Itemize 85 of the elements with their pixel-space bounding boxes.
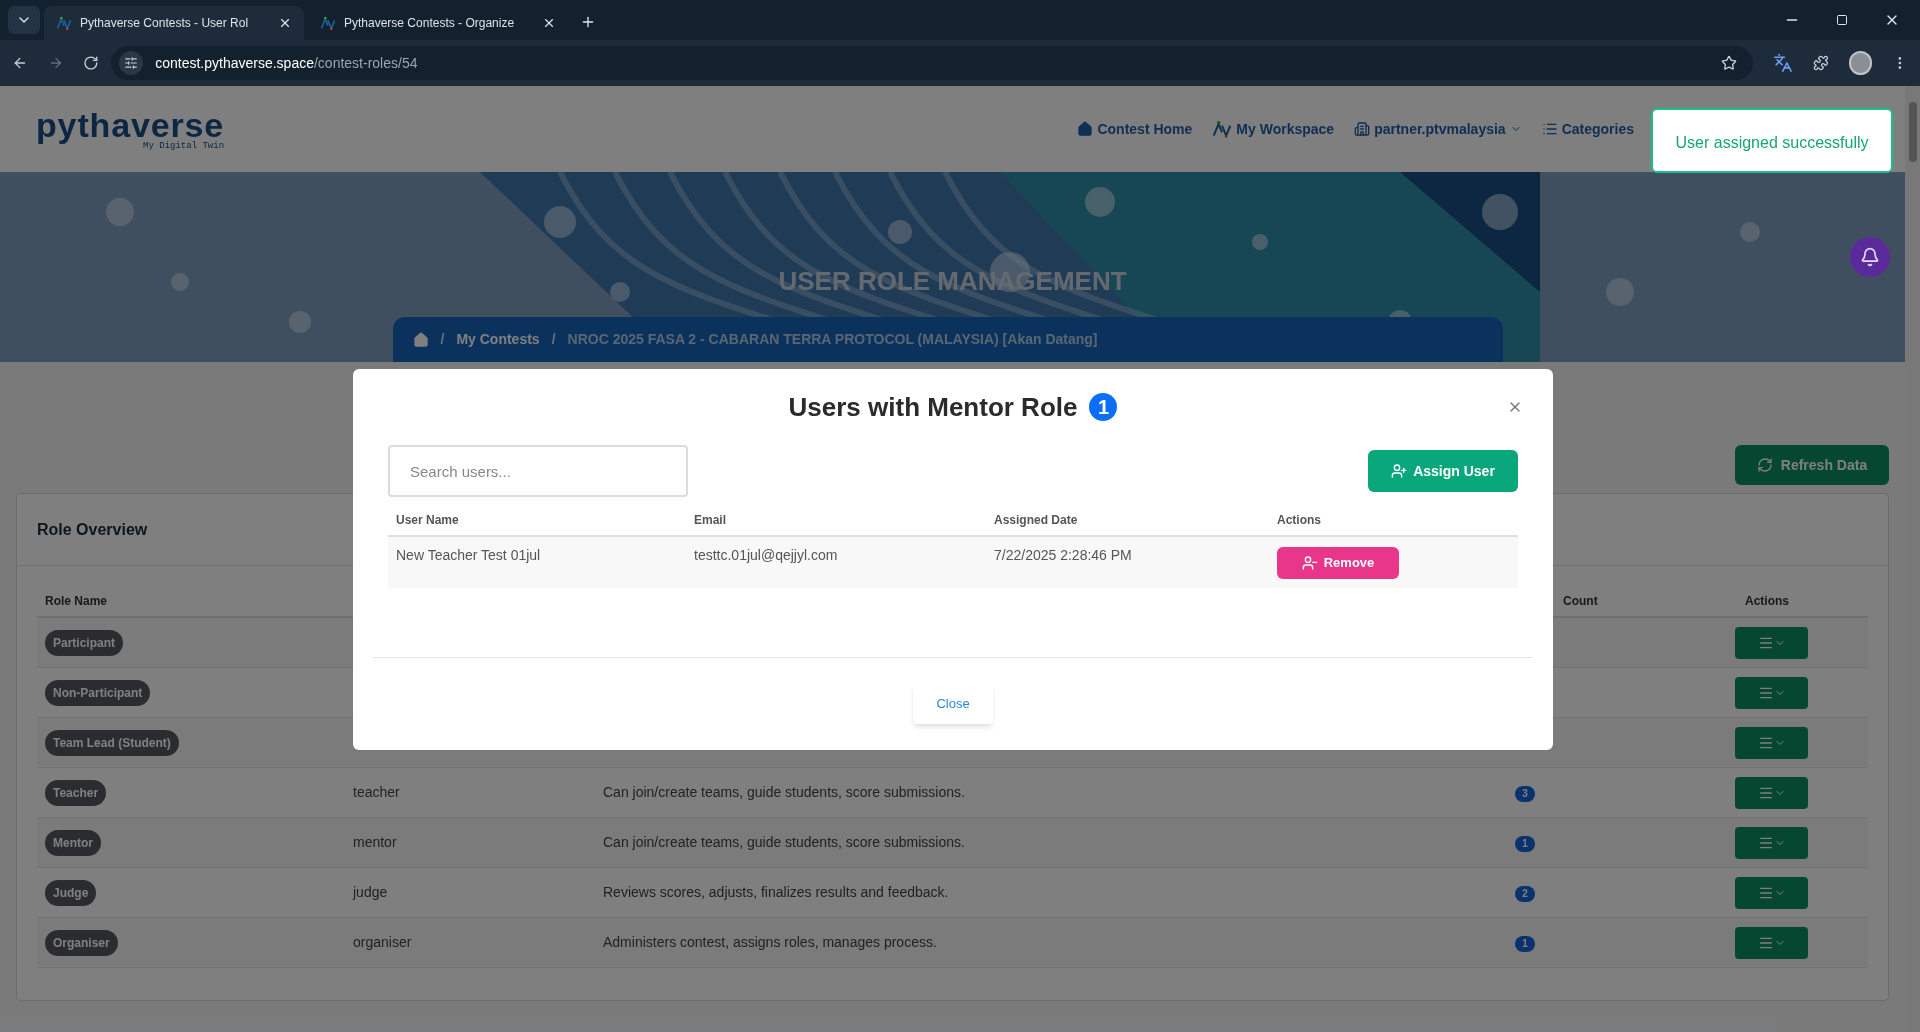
nav-link[interactable]: Contest Home [1077,118,1193,140]
role-description: Can join/create teams, guide students, score submissions. [603,834,965,850]
role-badge: Team Lead (Student) [45,729,179,756]
date-cell-text: 7/22/2025 2:28:46 PM [994,546,1132,565]
actions-dropdown-button[interactable] [1735,926,1808,959]
close-icon[interactable] [278,16,292,30]
bookmark-star-icon[interactable] [1721,55,1738,71]
site-icon [56,15,72,31]
breadcrumb-item: NROC 2025 FASA 2 - CABARAN TERRA PROTOCOL (MALAYSIA) [Akan Datang] [567,330,1098,349]
column-header: Assigned Date [994,512,1078,529]
toast-notification: User assigned successfully [1651,108,1893,173]
home-icon[interactable] [412,331,429,348]
actions-dropdown-button[interactable] [1735,676,1808,709]
actions-dropdown-button[interactable] [1735,776,1808,809]
new-tab-icon[interactable] [580,14,596,30]
nav-link[interactable]: partner.ptvmalaysia [1354,118,1522,140]
role-key: mentor [353,834,397,850]
tab-title: Pythaverse Contests - Organize [344,15,516,32]
banner-title: USER ROLE MANAGEMENT [778,265,1127,298]
count-badge: 2 [1515,885,1535,902]
browser-tab[interactable]: Pythaverse Contests - User Rol [44,6,304,40]
tab-search-button[interactable] [8,6,40,34]
role-key: judge [353,884,388,900]
count-badge: 1 [1089,393,1118,421]
logo-wordmark[interactable]: pythaverse [36,107,225,142]
actions-dropdown-button[interactable] [1735,826,1808,859]
actions-dropdown-button[interactable] [1735,876,1808,909]
nav-link[interactable]: Categories [1541,118,1634,140]
column-header: Actions [1744,593,1789,610]
role-description: Reviews scores, adjusts, finalizes results and feedback. [603,884,949,900]
refresh-data-button[interactable]: Refresh Data [1735,445,1889,485]
home-icon [1077,121,1094,137]
modal-title: Users with Mentor Role [788,390,1078,424]
translate-icon[interactable] [1773,53,1793,73]
breadcrumb-separator: / [440,330,445,349]
reload-icon[interactable] [83,55,100,71]
browser-tab[interactable]: Pythaverse Contests - Organize [308,6,568,40]
count-badge: 3 [1515,785,1535,802]
role-key: teacher [353,784,400,800]
breadcrumb-separator: / [551,330,556,349]
role-badge: Non-Participant [45,679,151,706]
count-badge: 1 [1515,835,1535,852]
column-header: Count [1563,593,1598,610]
role-badge: Participant [45,629,123,656]
column-header: Actions [1277,512,1321,529]
url-text: contest.pythaverse.space/contest-roles/54 [155,53,419,73]
close-button[interactable]: Close [913,684,993,724]
role-badge: Organiser [45,929,118,956]
role-description: Can join/create teams, guide students, score submissions. [603,784,965,800]
bell-icon [1860,247,1880,267]
email-cell-text: testtc.01jul@qejjyl.com [694,546,838,565]
role-badge: Teacher [45,779,107,806]
refresh-icon [1756,457,1773,473]
site-icon [320,15,336,31]
column-header: Role Name [45,593,108,610]
address-bar[interactable]: contest.pythaverse.space/contest-roles/54 [111,46,1754,80]
back-icon[interactable] [12,55,28,71]
actions-dropdown-button[interactable] [1735,626,1808,659]
extensions-icon[interactable] [1812,55,1829,71]
breadcrumb-item[interactable]: My Contests [456,329,540,350]
search-field[interactable]: Search users... [388,445,688,497]
user-minus-icon [1301,554,1318,571]
actions-dropdown-button[interactable] [1735,726,1808,759]
scrollbar[interactable] [1905,86,1920,1032]
role-description: Administers contest, assigns roles, manages process. [603,934,937,950]
count-badge: 1 [1515,935,1535,952]
site-settings-icon[interactable] [124,56,139,70]
role-badge: Judge [45,879,97,906]
building-icon [1354,121,1371,137]
role-key: organiser [353,934,412,950]
remove-button[interactable]: Remove [1277,546,1399,579]
assign-user-button[interactable]: Assign User [1368,450,1518,492]
user-plus-icon [1391,463,1408,479]
close-icon[interactable] [542,16,556,30]
tab-title: Pythaverse Contests - User Rol [80,15,250,32]
restore-icon[interactable] [1836,14,1848,26]
workspace-icon [1212,119,1233,139]
list-icon [1541,121,1558,137]
column-header: Email [694,512,726,529]
card-title: Role Overview [37,519,148,540]
user-name-cell-text: New Teacher Test 01jul [396,546,541,565]
column-header: User Name [396,512,459,529]
profile-avatar[interactable] [1848,51,1873,75]
nav-link[interactable]: My Workspace [1212,118,1335,140]
role-badge: Mentor [45,829,101,856]
